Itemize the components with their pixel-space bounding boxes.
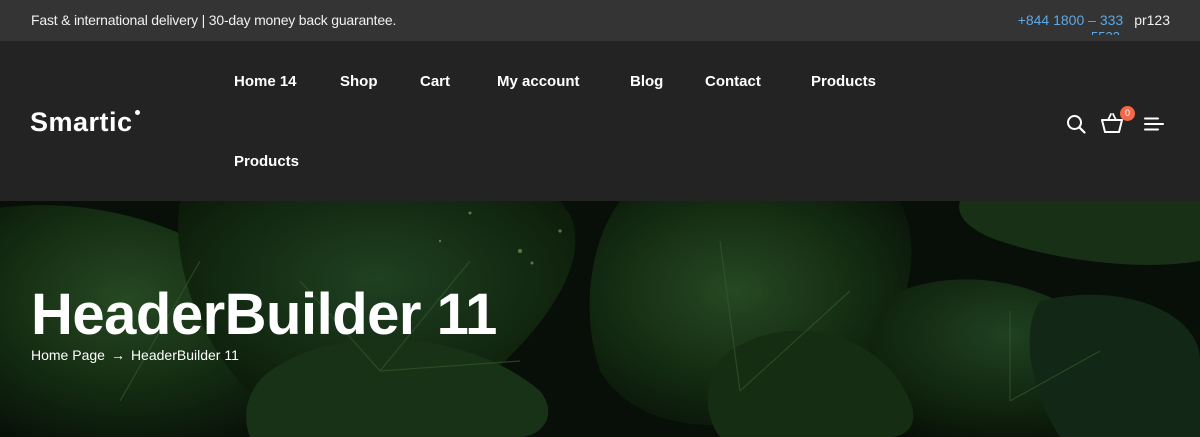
topbar-code: pr123 xyxy=(1134,12,1170,28)
phone-wrap: +844 1800 – 333 xyxy=(1018,12,1124,29)
nav-item-home-14[interactable]: Home 14 xyxy=(234,73,297,90)
search-icon[interactable] xyxy=(1066,114,1086,134)
cart-count-badge: 0 xyxy=(1120,106,1135,121)
top-bar: Fast & international delivery | 30-day m… xyxy=(0,0,1200,41)
breadcrumb-home-link[interactable]: Home Page xyxy=(31,347,105,363)
site-logo[interactable]: Smartic xyxy=(30,107,140,138)
nav-item-cart[interactable]: Cart xyxy=(420,73,450,90)
nav-item-blog[interactable]: Blog xyxy=(630,73,663,90)
nav-item-products-2[interactable]: Products xyxy=(234,153,299,170)
main-header: Smartic Home 14 Shop Cart My account Blo… xyxy=(0,41,1200,201)
nav-item-my-account[interactable]: My account xyxy=(497,73,580,90)
nav-item-contact[interactable]: Contact xyxy=(705,73,761,90)
logo-dot xyxy=(134,110,140,115)
nav-item-products[interactable]: Products xyxy=(811,73,876,90)
breadcrumb: Home Page → HeaderBuilder 11 xyxy=(31,347,239,363)
phone-link[interactable]: +844 1800 – 333 xyxy=(1018,12,1124,28)
nav-item-shop[interactable]: Shop xyxy=(340,73,378,90)
logo-text: Smartic xyxy=(30,107,133,137)
breadcrumb-current: HeaderBuilder 11 xyxy=(130,347,239,363)
menu-icon[interactable] xyxy=(1144,117,1164,131)
topbar-contact: +844 1800 – 333 pr123 xyxy=(1018,12,1170,29)
topbar-message: Fast & international delivery | 30-day m… xyxy=(31,12,397,28)
arrow-right-icon: → xyxy=(110,347,125,363)
page-hero: HeaderBuilder 11 Home Page → HeaderBuild… xyxy=(0,201,1200,437)
page-title: HeaderBuilder 11 xyxy=(31,282,497,347)
